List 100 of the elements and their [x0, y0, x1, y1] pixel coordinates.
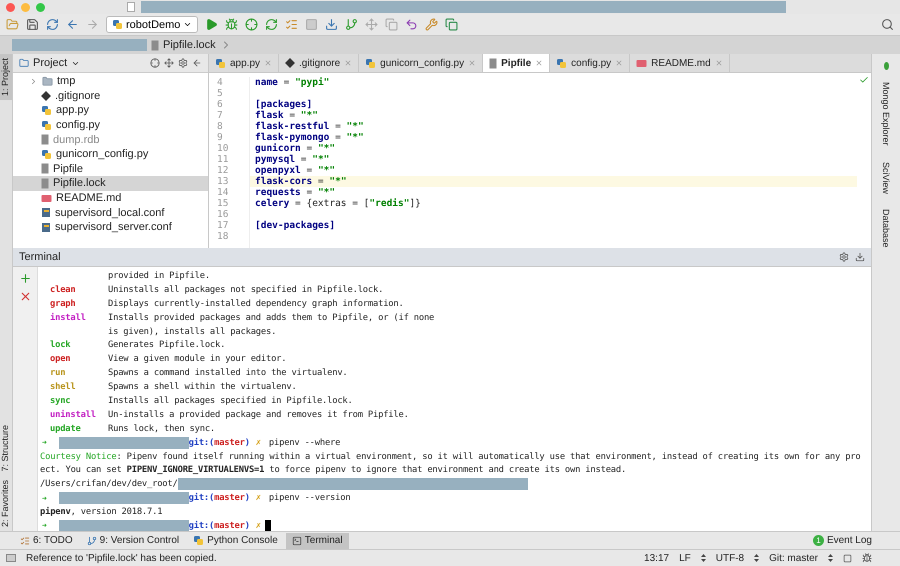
move-icon[interactable] — [365, 18, 378, 31]
folder-icon — [42, 76, 53, 87]
branch-icon[interactable] — [345, 18, 358, 31]
tool-window-tab[interactable]: SciView — [881, 158, 891, 198]
cursor-position[interactable]: 13:17 — [644, 552, 670, 564]
dirty-mark: ✗ — [256, 520, 261, 531]
run-config-dropdown[interactable]: robotDemo — [106, 16, 198, 33]
settings-icon[interactable] — [839, 252, 849, 262]
python-file-icon — [365, 58, 376, 68]
undo-icon[interactable] — [405, 18, 418, 31]
wrench-icon[interactable] — [425, 18, 438, 31]
terminal-text: Installs all packages specified in Pipfile.lock. — [108, 396, 353, 406]
back-icon[interactable] — [66, 18, 79, 31]
run-icon[interactable] — [205, 18, 218, 31]
terminal-text: Spawns a command installed into the virtualenv. — [108, 368, 348, 378]
panel-title[interactable]: Project — [33, 57, 68, 69]
updown-icon — [828, 554, 833, 562]
panel-title: Terminal — [19, 251, 61, 263]
tool-window-button[interactable]: Terminal — [286, 532, 349, 548]
settings-icon[interactable] — [178, 58, 188, 68]
tool-window-button[interactable]: Python Console — [187, 532, 284, 548]
tool-window-tab[interactable]: Database — [881, 205, 891, 252]
close-icon[interactable] — [535, 59, 544, 67]
window-close-button[interactable] — [6, 2, 15, 12]
code-line: gunicorn = "*" — [254, 143, 336, 154]
close-icon[interactable] — [18, 290, 32, 303]
file-tree-item[interactable]: Pipfile.lock — [13, 176, 208, 191]
breadcrumb-item[interactable]: Pipfile.lock — [163, 39, 216, 51]
code-line: [dev-packages] — [254, 220, 336, 231]
tool-window-tab[interactable]: Mongo Explorer — [881, 78, 891, 150]
python-file-icon — [556, 58, 568, 68]
tool-window-tab[interactable]: 2: Favorites — [0, 476, 10, 531]
close-icon[interactable] — [615, 59, 624, 67]
file-tree-item[interactable]: Pipfile — [13, 162, 208, 176]
editor-tab[interactable]: Pipfile — [483, 54, 550, 72]
close-icon[interactable] — [344, 59, 352, 67]
tool-window-button[interactable]: 9: Version Control — [80, 532, 186, 548]
editor-tab[interactable]: README.md — [630, 54, 730, 72]
document-icon — [127, 2, 135, 12]
dirty-mark: ✗ — [256, 493, 261, 504]
terminal-text: ect. You can set PIPENV_IGNORE_VIRTUALENVS=1 to force pipenv to ignore that environment and create its own instead. — [40, 465, 626, 476]
line-number: 10 — [216, 143, 230, 154]
add-icon[interactable] — [18, 272, 32, 285]
git-branch-label: git:(master) — [188, 493, 250, 504]
stop-icon[interactable] — [305, 18, 318, 31]
file-encoding[interactable]: UTF-8 — [716, 552, 744, 564]
file-tree-item[interactable]: .gitignore — [13, 88, 208, 104]
forward-icon[interactable] — [86, 18, 99, 31]
terminal-text: Runs lock, then sync. — [108, 424, 216, 434]
git-branch-label: git:(master) — [188, 438, 250, 448]
terminal-command: pipenv --version — [268, 493, 350, 504]
file-tree-item[interactable]: supervisord_server.conf — [13, 220, 208, 235]
tool-window-tab[interactable]: 7: Structure — [0, 421, 10, 476]
line-separator[interactable]: LF — [679, 552, 691, 564]
tool-window-tab[interactable]: 1: Project — [0, 54, 12, 100]
line-number: 13 — [216, 176, 230, 187]
markdown-file-icon — [41, 194, 52, 203]
editor-tab[interactable]: config.py — [550, 54, 630, 72]
markdown-file-icon — [636, 58, 648, 68]
open-folder-icon[interactable] — [6, 18, 19, 31]
event-log-button[interactable]: 1 Event Log — [806, 532, 878, 548]
close-icon[interactable] — [264, 59, 272, 67]
file-tree-item[interactable]: supervisord_local.conf — [13, 205, 208, 220]
close-icon[interactable] — [468, 59, 476, 67]
file-tree-item[interactable]: dump.rdb — [13, 132, 208, 147]
line-number: 14 — [216, 187, 230, 198]
editor-tab[interactable]: app.py — [209, 54, 280, 72]
line-number: 12 — [216, 165, 230, 176]
tool-window-button[interactable]: 6: TODO — [14, 532, 79, 548]
window-zoom-button[interactable] — [36, 2, 45, 12]
terminal-text: Generates Pipfile.lock. — [108, 340, 226, 350]
code-line: name = "pypi" — [254, 77, 330, 88]
terminal-text: View a given module in your editor. — [108, 354, 286, 364]
save-icon[interactable] — [26, 18, 39, 31]
line-number: 15 — [216, 198, 230, 209]
crosshair-icon[interactable] — [150, 58, 160, 68]
debug-icon[interactable] — [225, 18, 238, 31]
search-icon[interactable] — [881, 18, 894, 31]
updown-icon — [700, 554, 706, 562]
file-tree-item[interactable]: app.py — [13, 103, 208, 118]
file-tree-item[interactable]: gunicorn_config.py — [13, 146, 208, 162]
sync-icon[interactable] — [46, 18, 59, 31]
python-file-icon — [193, 535, 204, 546]
panel-toggle-icon[interactable] — [6, 554, 16, 562]
code-line: celery = {extras = ["redis"]} — [254, 198, 422, 209]
python-file-icon — [112, 19, 123, 30]
close-icon[interactable] — [714, 59, 723, 67]
terminal-icon — [292, 536, 302, 546]
file-tree-item[interactable]: config.py — [13, 118, 208, 132]
editor-tab[interactable]: .gitignore — [279, 54, 360, 72]
command-name: clean — [49, 284, 76, 295]
copy-icon[interactable] — [385, 18, 398, 31]
line-number: 18 — [216, 231, 230, 242]
line-number: 5 — [216, 88, 224, 99]
git-branch[interactable]: Git: master — [769, 552, 818, 564]
file-tree-item[interactable]: tmp — [13, 74, 208, 89]
python-file-icon — [41, 120, 52, 131]
file-tree-item[interactable]: README.md — [13, 190, 208, 206]
terminal-command: pipenv --where — [268, 438, 340, 448]
terminal-text: is given), installs all packages. — [108, 326, 276, 336]
